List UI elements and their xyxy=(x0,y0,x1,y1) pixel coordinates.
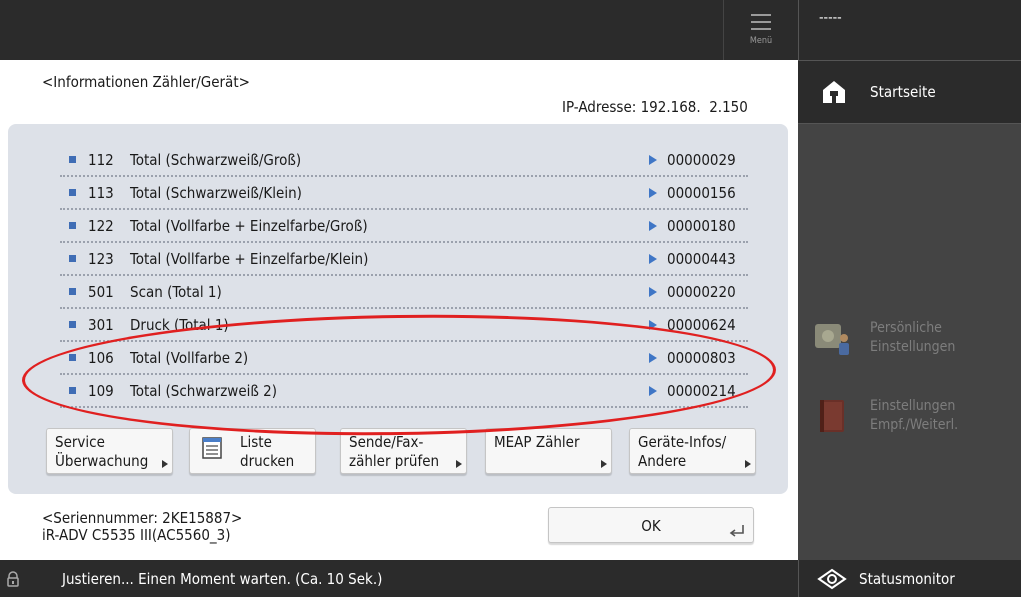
send-fax-label-2: zähler prüfen xyxy=(349,452,440,470)
counter-value: 00000029 xyxy=(667,151,736,169)
settings-label-1: Einstellungen xyxy=(870,398,956,414)
device-info-label-2: Andere xyxy=(638,452,687,470)
service-label-2: Überwachung xyxy=(55,452,149,470)
personal-settings-label-1: Persönliche xyxy=(870,320,942,336)
book-icon xyxy=(820,400,844,432)
serial-number: <Seriennummer: 2KE15887> xyxy=(42,509,243,527)
bullet-icon xyxy=(69,222,76,229)
counter-number: 301 xyxy=(88,315,114,334)
counter-value: 00000180 xyxy=(667,217,736,235)
submenu-arrow-icon xyxy=(745,460,751,468)
print-list-label-2: drucken xyxy=(240,452,295,470)
enter-icon xyxy=(729,525,744,537)
counter-number: 122 xyxy=(88,216,114,235)
counter-number: 123 xyxy=(88,249,114,268)
counter-number: 112 xyxy=(88,150,114,169)
bullet-icon xyxy=(69,321,76,328)
device-info-label-1: Geräte-Infos/ xyxy=(638,433,727,451)
model-name: iR-ADV C5535 III(AC5560_3) xyxy=(42,526,231,544)
lock-icon xyxy=(7,570,19,587)
bullet-icon xyxy=(69,288,76,295)
print-list-button[interactable]: Liste drucken xyxy=(189,428,316,474)
personal-settings-button[interactable]: Persönliche Einstellungen xyxy=(798,308,1021,368)
bullet-icon xyxy=(69,255,76,262)
settings-label-2: Empf./Weiterl. xyxy=(870,417,959,433)
counter-number: 501 xyxy=(88,282,114,301)
counter-label: Total (Vollfarbe + Einzelfarbe/Groß) xyxy=(130,216,368,235)
service-label-1: Service xyxy=(55,433,105,451)
submenu-arrow-icon xyxy=(456,460,462,468)
counter-row: 113 Total (Schwarzweiß/Klein) 00000156 xyxy=(60,177,748,210)
counter-value: 00000156 xyxy=(667,184,736,202)
bullet-icon xyxy=(69,189,76,196)
home-label: Startseite xyxy=(870,83,936,101)
home-button[interactable]: Startseite xyxy=(798,60,1021,124)
counter-row: 112 Total (Schwarzweiß/Groß) 00000029 xyxy=(60,144,748,177)
eye-icon xyxy=(817,568,847,589)
home-icon xyxy=(820,78,848,106)
counter-label: Total (Schwarzweiß/Klein) xyxy=(130,183,302,202)
print-list-label-1: Liste xyxy=(240,433,272,451)
ok-button[interactable]: OK xyxy=(548,507,754,543)
menu-button[interactable]: Menü xyxy=(723,0,798,60)
submenu-arrow-icon xyxy=(601,460,607,468)
meap-counter-button[interactable]: MEAP Zähler xyxy=(485,428,612,474)
menu-label: Menü xyxy=(749,36,773,46)
ip-address: IP-Adresse: 192.168. 2.150 xyxy=(562,98,748,116)
service-monitoring-button[interactable]: Service Überwachung xyxy=(46,428,173,474)
list-icon xyxy=(202,437,222,459)
status-message: Justieren... Einen Moment warten. (Ca. 1… xyxy=(62,569,383,588)
status-monitor-label: Statusmonitor xyxy=(859,569,955,588)
arrow-icon xyxy=(649,155,657,165)
device-info-button[interactable]: Geräte-Infos/Andere xyxy=(629,428,756,474)
hamburger-icon xyxy=(751,14,771,30)
action-buttons: Service Überwachung Liste drucken Sende/Fa… xyxy=(46,428,758,476)
arrow-icon xyxy=(649,221,657,231)
receive-forward-settings-button[interactable]: Einstellungen Empf./Weiterl. xyxy=(798,386,1021,446)
send-fax-label-1: Sende/Fax- xyxy=(349,433,424,451)
arrow-icon xyxy=(649,188,657,198)
device-info: <Seriennummer: 2KE15887> iR-ADV C5535 II… xyxy=(42,510,242,544)
status-bar: Justieren... Einen Moment warten. (Ca. 1… xyxy=(0,560,798,597)
counter-label: Scan (Total 1) xyxy=(130,282,222,301)
counter-row: 501 Scan (Total 1) 00000220 xyxy=(60,276,748,309)
counter-number: 113 xyxy=(88,183,114,202)
counter-value: 00000443 xyxy=(667,250,736,268)
personal-settings-label-2: Einstellungen xyxy=(870,339,956,355)
personal-settings-icon xyxy=(815,324,849,355)
counter-label: Total (Schwarzweiß/Groß) xyxy=(130,150,302,169)
submenu-arrow-icon xyxy=(162,460,168,468)
status-monitor-button[interactable]: Statusmonitor xyxy=(798,560,1021,597)
user-name: ----- xyxy=(819,10,842,26)
counter-label: Total (Vollfarbe + Einzelfarbe/Klein) xyxy=(130,249,369,268)
bullet-icon xyxy=(69,156,76,163)
ok-label: OK xyxy=(641,517,661,535)
counter-row: 122 Total (Vollfarbe + Einzelfarbe/Groß) 0… xyxy=(60,210,748,243)
page-title: <Informationen Zähler/Gerät> xyxy=(42,73,250,91)
top-bar: Menü xyxy=(0,0,798,60)
counter-panel: 112 Total (Schwarzweiß/Groß) 00000029 113 T… xyxy=(8,124,788,494)
right-panel: ----- Startseite Persönliche Einstellung… xyxy=(798,0,1021,597)
counter-value: 00000220 xyxy=(667,283,736,301)
arrow-icon xyxy=(649,287,657,297)
user-area[interactable]: ----- xyxy=(798,0,1021,60)
arrow-icon xyxy=(649,254,657,264)
main-content: <Informationen Zähler/Gerät> IP-Adresse:… xyxy=(0,60,798,560)
meap-label: MEAP Zähler xyxy=(494,433,580,451)
counter-row: 123 Total (Vollfarbe + Einzelfarbe/Klein)… xyxy=(60,243,748,276)
